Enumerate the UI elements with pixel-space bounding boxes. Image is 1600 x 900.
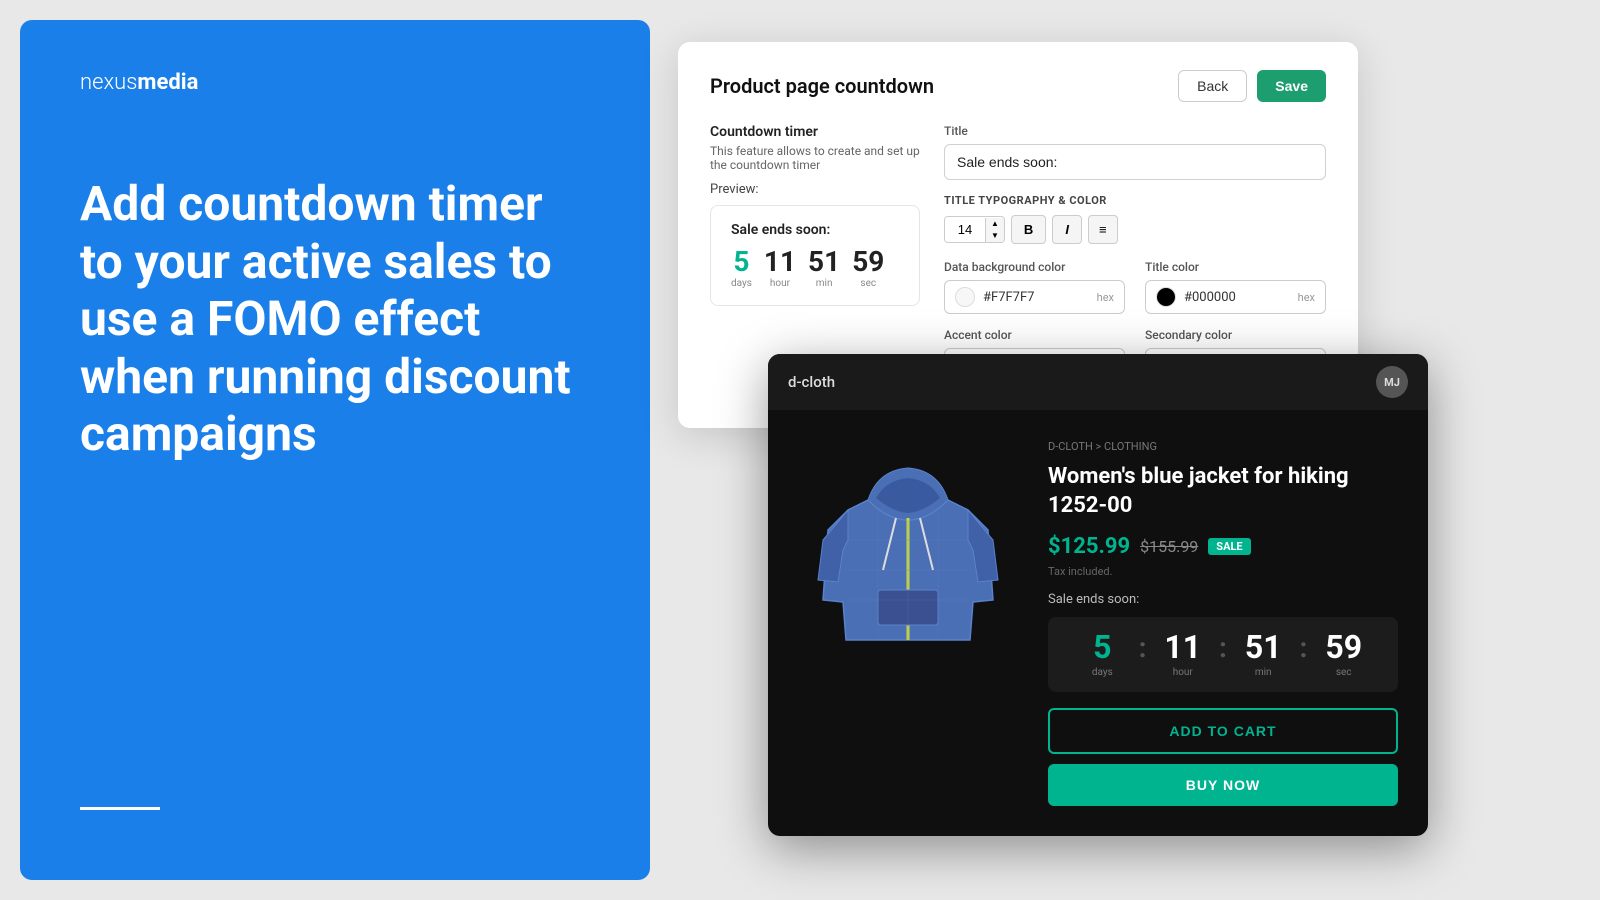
preview-countdown-row: 5 days 11 hour 51 min 59	[731, 248, 899, 289]
title-color-input-group[interactable]: #000000 hex	[1145, 280, 1326, 314]
dark-hour-unit: 11 hour	[1148, 631, 1217, 678]
typography-controls: ▲ ▼ B I ≡	[944, 215, 1326, 244]
buy-now-button[interactable]: BUY NOW	[1048, 764, 1398, 806]
dark-sep2: :	[1219, 631, 1227, 678]
brand-name-light: nexus	[80, 70, 137, 95]
brand-logo: nexusmedia	[80, 70, 590, 95]
data-bg-input-group[interactable]: #F7F7F7 hex	[944, 280, 1125, 314]
font-size-group: ▲ ▼	[944, 216, 1005, 243]
align-button[interactable]: ≡	[1088, 215, 1118, 244]
countdown-section-label: Countdown timer	[710, 124, 920, 140]
product-info: D-CLOTH > CLOTHING Women's blue jacket f…	[1028, 440, 1398, 806]
product-breadcrumb: D-CLOTH > CLOTHING	[1048, 440, 1398, 453]
title-color-swatch	[1156, 287, 1176, 307]
data-bg-label: Data background color	[944, 260, 1125, 274]
dark-sec-label: sec	[1336, 667, 1352, 678]
dark-min-unit: 51 min	[1229, 631, 1298, 678]
tax-info: Tax included.	[1048, 565, 1398, 578]
data-bg-value: #F7F7F7	[983, 290, 1089, 305]
dark-hour-num: 11	[1164, 631, 1201, 663]
dark-sec-num: 59	[1325, 631, 1362, 663]
preview-sec-unit: 59 sec	[852, 248, 884, 289]
data-bg-hex-label: hex	[1097, 291, 1114, 304]
dark-sep3: :	[1300, 631, 1308, 678]
admin-panel-title: Product page countdown	[710, 74, 934, 98]
sale-badge: SALE	[1208, 538, 1250, 555]
brand-name-bold: media	[137, 70, 198, 95]
product-topbar: d-cloth MJ	[768, 354, 1428, 410]
price-old: $155.99	[1140, 537, 1198, 556]
typography-label: TITLE TYPOGRAPHY & COLOR	[944, 194, 1326, 207]
add-to-cart-button[interactable]: ADD TO CART	[1048, 708, 1398, 754]
dark-min-label: min	[1255, 667, 1272, 678]
preview-min-unit: 51 min	[808, 248, 840, 289]
countdown-section-desc: This feature allows to create and set up…	[710, 144, 920, 172]
dark-days-num: 5	[1093, 631, 1111, 663]
preview-box: Sale ends soon: 5 days 11 hour 51 min	[710, 205, 920, 306]
preview-min-num: 51	[808, 248, 840, 276]
italic-button[interactable]: I	[1052, 215, 1082, 244]
font-size-input[interactable]	[945, 217, 985, 242]
product-image-area	[788, 440, 1028, 680]
preview-sale-text: Sale ends soon:	[731, 222, 899, 238]
hero-text: Add countdown timer to your active sales…	[80, 175, 590, 463]
bottom-line-decoration	[80, 807, 160, 810]
preview-min-label: min	[816, 278, 833, 289]
preview-hour-num: 11	[764, 248, 796, 276]
preview-hour-label: hour	[770, 278, 790, 289]
product-brand: d-cloth	[788, 373, 835, 391]
back-button[interactable]: Back	[1178, 70, 1247, 102]
header-buttons: Back Save	[1178, 70, 1326, 102]
preview-label: Preview:	[710, 182, 920, 197]
dark-min-num: 51	[1245, 631, 1282, 663]
bold-button[interactable]: B	[1011, 215, 1046, 244]
dark-days-label: days	[1092, 667, 1113, 678]
product-name: Women's blue jacket for hiking 1252-00	[1048, 463, 1398, 520]
title-color-hex-label: hex	[1298, 291, 1315, 304]
admin-header: Product page countdown Back Save	[710, 70, 1326, 102]
font-size-arrows: ▲ ▼	[985, 218, 1004, 242]
sale-ends-label: Sale ends soon:	[1048, 592, 1398, 607]
accent-color-label: Accent color	[944, 328, 1125, 342]
left-panel: nexusmedia Add countdown timer to your a…	[20, 20, 650, 880]
font-size-up[interactable]: ▲	[986, 218, 1004, 230]
preview-days-unit: 5 days	[731, 248, 752, 289]
title-field-label: Title	[944, 124, 1326, 138]
title-input[interactable]	[944, 144, 1326, 180]
title-color-field: Title color #000000 hex	[1145, 260, 1326, 314]
title-color-value: #000000	[1184, 290, 1290, 305]
preview-days-label: days	[731, 278, 752, 289]
title-color-label: Title color	[1145, 260, 1326, 274]
save-button[interactable]: Save	[1257, 70, 1326, 102]
price-row: $125.99 $155.99 SALE	[1048, 534, 1398, 559]
price-main: $125.99	[1048, 534, 1130, 559]
product-image	[808, 440, 1008, 680]
preview-sec-num: 59	[852, 248, 884, 276]
product-panel: d-cloth MJ	[768, 354, 1428, 836]
product-body: D-CLOTH > CLOTHING Women's blue jacket f…	[768, 410, 1428, 836]
preview-sec-label: sec	[860, 278, 876, 289]
preview-days-num: 5	[733, 248, 749, 276]
font-size-down[interactable]: ▼	[986, 230, 1004, 242]
secondary-color-label: Secondary color	[1145, 328, 1326, 342]
data-bg-swatch	[955, 287, 975, 307]
user-avatar: MJ	[1376, 366, 1408, 398]
dark-sec-unit: 59 sec	[1309, 631, 1378, 678]
dark-countdown: 5 days : 11 hour : 51 min : 59 sec	[1048, 617, 1398, 692]
color-row-1: Data background color #F7F7F7 hex Title …	[944, 260, 1326, 314]
dark-sep1: :	[1139, 631, 1147, 678]
preview-hour-unit: 11 hour	[764, 248, 796, 289]
dark-hour-label: hour	[1173, 667, 1193, 678]
dark-days-unit: 5 days	[1068, 631, 1137, 678]
data-bg-color-field: Data background color #F7F7F7 hex	[944, 260, 1125, 314]
